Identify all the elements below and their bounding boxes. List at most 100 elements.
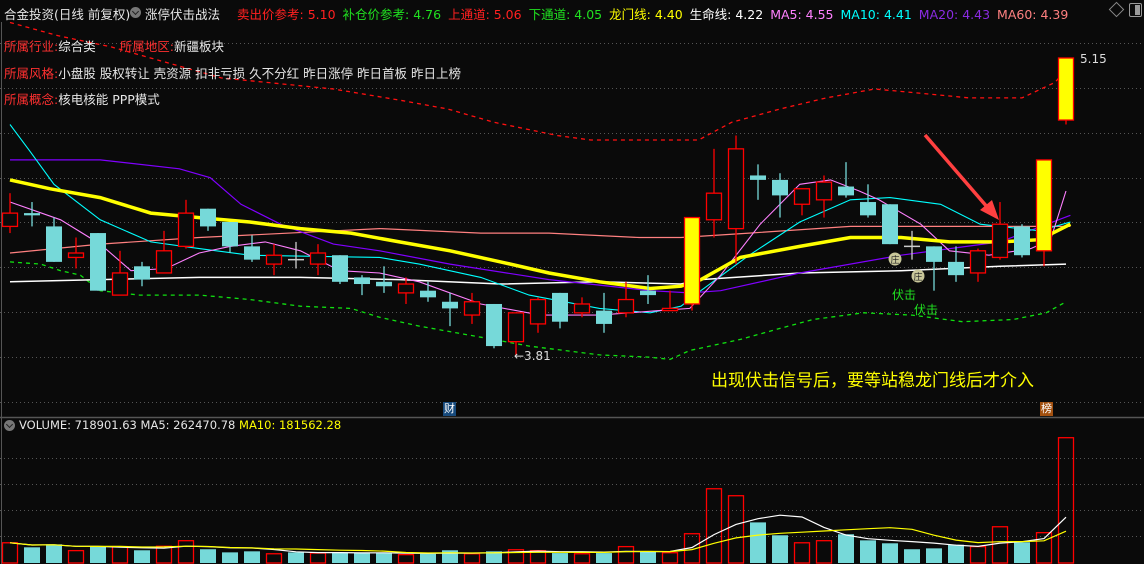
candle-body-limit-up xyxy=(1057,57,1075,121)
volume-ma5: MA5: 262470.78 xyxy=(140,418,236,432)
candle-body xyxy=(750,175,766,180)
stock-title[interactable]: 合金投资(日线 前复权) xyxy=(4,4,130,23)
candle-body xyxy=(529,298,547,325)
volume-bars xyxy=(1,437,1075,564)
candle-body xyxy=(309,252,327,265)
signal-arrow xyxy=(923,133,999,220)
volume-menu-icon[interactable] xyxy=(4,420,15,431)
volume-ma10-line xyxy=(9,527,1067,554)
volume-bar xyxy=(793,542,811,564)
indicator-ma20: MA20: 4.43 xyxy=(919,7,990,22)
volume-bar xyxy=(727,495,745,564)
candle xyxy=(1035,159,1053,267)
candle xyxy=(529,297,547,333)
volume-bar xyxy=(904,549,920,563)
indicator-ma10: MA10: 4.41 xyxy=(841,7,912,22)
volume-bar xyxy=(463,553,481,564)
finance-marker[interactable]: 财 xyxy=(443,402,456,416)
region-value: 新疆板块 xyxy=(173,39,224,54)
indicator-value: 5.10 xyxy=(303,7,336,22)
list-marker[interactable]: 榜 xyxy=(1040,402,1053,416)
candle xyxy=(838,162,854,198)
volume-value: VOLUME: 718901.63 xyxy=(19,418,137,432)
candle-body xyxy=(244,246,260,260)
indicator-label: 龙门线: xyxy=(609,7,651,22)
volume-bar xyxy=(617,545,635,564)
volume-bar xyxy=(67,549,85,564)
candle xyxy=(309,244,327,276)
candle-body xyxy=(90,233,106,291)
volume-bar xyxy=(177,540,195,564)
volume-bar xyxy=(991,526,1009,564)
candle xyxy=(111,250,129,296)
candle-body xyxy=(463,301,481,316)
candle-body xyxy=(815,181,833,201)
style-value: 小盘股 股权转让 壳资源 扣非亏损 久不分红 昨日涨停 昨日首板 昨日上榜 xyxy=(58,66,462,81)
industry-row: 所属行业:综合类 所属地区:新疆板块 xyxy=(4,36,224,55)
candle xyxy=(683,216,701,311)
candle-body xyxy=(573,303,591,314)
volume-ma10: MA10: 181562.28 xyxy=(239,418,342,432)
volume-bar xyxy=(397,553,415,564)
volume-bar xyxy=(111,545,129,564)
candle xyxy=(67,237,85,269)
candle xyxy=(90,233,106,291)
candle xyxy=(882,204,898,245)
volume-bar xyxy=(46,544,62,563)
indicator-龙门线: 龙门线: 4.40 xyxy=(609,7,683,22)
indicator-ma60: MA60: 4.39 xyxy=(997,7,1068,22)
candle-body-limit-up xyxy=(1035,159,1053,252)
candle xyxy=(860,184,876,218)
volume-bar xyxy=(640,551,656,563)
candle-body xyxy=(926,246,942,262)
candle xyxy=(552,292,568,329)
panel-toggle-icon[interactable] xyxy=(1129,3,1142,17)
volume-bar xyxy=(354,553,370,563)
volume-bar xyxy=(134,550,150,563)
candle xyxy=(815,175,833,218)
svg-text:庄: 庄 xyxy=(890,254,899,266)
candle-body xyxy=(705,192,723,221)
indicator-ma5: MA5: 4.55 xyxy=(770,7,833,22)
candle xyxy=(486,303,502,349)
kline-chart[interactable]: 庄 庄 xyxy=(0,0,1144,564)
strategy-name[interactable]: 涨停伏击战法 xyxy=(145,4,220,23)
indicator-生命线: 生命线: 4.22 xyxy=(690,7,764,22)
candle-body xyxy=(793,188,811,205)
candle xyxy=(200,208,216,231)
volume-bar xyxy=(420,553,436,563)
candle-body xyxy=(397,283,415,294)
candle-body xyxy=(948,261,964,276)
candle xyxy=(596,292,612,333)
grid-lines xyxy=(0,43,1144,537)
candle-body xyxy=(200,208,216,227)
candle xyxy=(705,148,723,238)
candle-body xyxy=(155,250,173,274)
volume-bar xyxy=(948,544,964,563)
volume-bar xyxy=(1014,542,1030,563)
candle-body xyxy=(991,223,1009,259)
indicator-value: 4.43 xyxy=(958,7,991,22)
candle xyxy=(354,275,370,296)
candle-body xyxy=(111,272,129,296)
volume-bar xyxy=(376,553,392,563)
volume-bar xyxy=(772,535,788,563)
volume-bar xyxy=(552,553,568,563)
candle-body xyxy=(552,292,568,322)
candle-body xyxy=(354,277,370,285)
candle xyxy=(155,230,173,274)
high-price-label: 5.15 xyxy=(1080,52,1107,66)
volume-bar xyxy=(661,552,679,564)
indicator-value: 4.55 xyxy=(801,7,834,22)
candle xyxy=(573,297,591,318)
candle-body xyxy=(507,312,525,343)
volume-bar xyxy=(244,551,260,563)
dropdown-chevron-icon[interactable] xyxy=(130,7,141,18)
candle xyxy=(397,277,415,304)
ambush-signal-label: 伏击 xyxy=(914,303,939,317)
candle xyxy=(1014,224,1030,258)
candle xyxy=(265,244,283,276)
candles xyxy=(1,57,1075,355)
candle-body-limit-up xyxy=(683,216,701,305)
volume-bar xyxy=(860,540,876,563)
